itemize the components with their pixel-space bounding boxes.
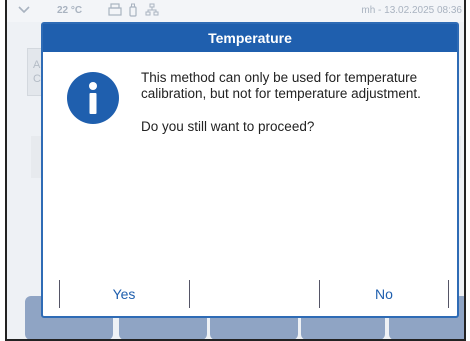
dialog-title: Temperature bbox=[43, 24, 457, 52]
divider bbox=[189, 280, 190, 308]
background-panel-text: A C bbox=[33, 59, 41, 85]
device-screen: 22 °C mh - 13.02.2025 08:36 A C Temperat… bbox=[5, 0, 466, 341]
info-icon bbox=[67, 72, 119, 124]
printer-icon bbox=[107, 3, 123, 20]
status-bar: 22 °C mh - 13.02.2025 08:36 bbox=[7, 0, 464, 22]
no-button[interactable]: No bbox=[320, 280, 448, 308]
user-datetime: mh - 13.02.2025 08:36 bbox=[361, 5, 462, 16]
temperature-readout: 22 °C bbox=[57, 5, 83, 16]
yes-button[interactable]: Yes bbox=[60, 280, 188, 308]
divider bbox=[448, 280, 449, 308]
chevron-down-icon[interactable] bbox=[17, 3, 31, 18]
dialog-message: This method can only be used for tempera… bbox=[141, 70, 441, 135]
usb-icon bbox=[128, 3, 138, 20]
network-icon bbox=[145, 3, 159, 20]
dialog-button-bar: Yes No bbox=[43, 280, 457, 310]
confirm-question: Do you still want to proceed? bbox=[141, 119, 315, 134]
message-text: This method can only be used for tempera… bbox=[141, 70, 421, 101]
temperature-dialog: Temperature This method can only be used… bbox=[41, 22, 459, 318]
